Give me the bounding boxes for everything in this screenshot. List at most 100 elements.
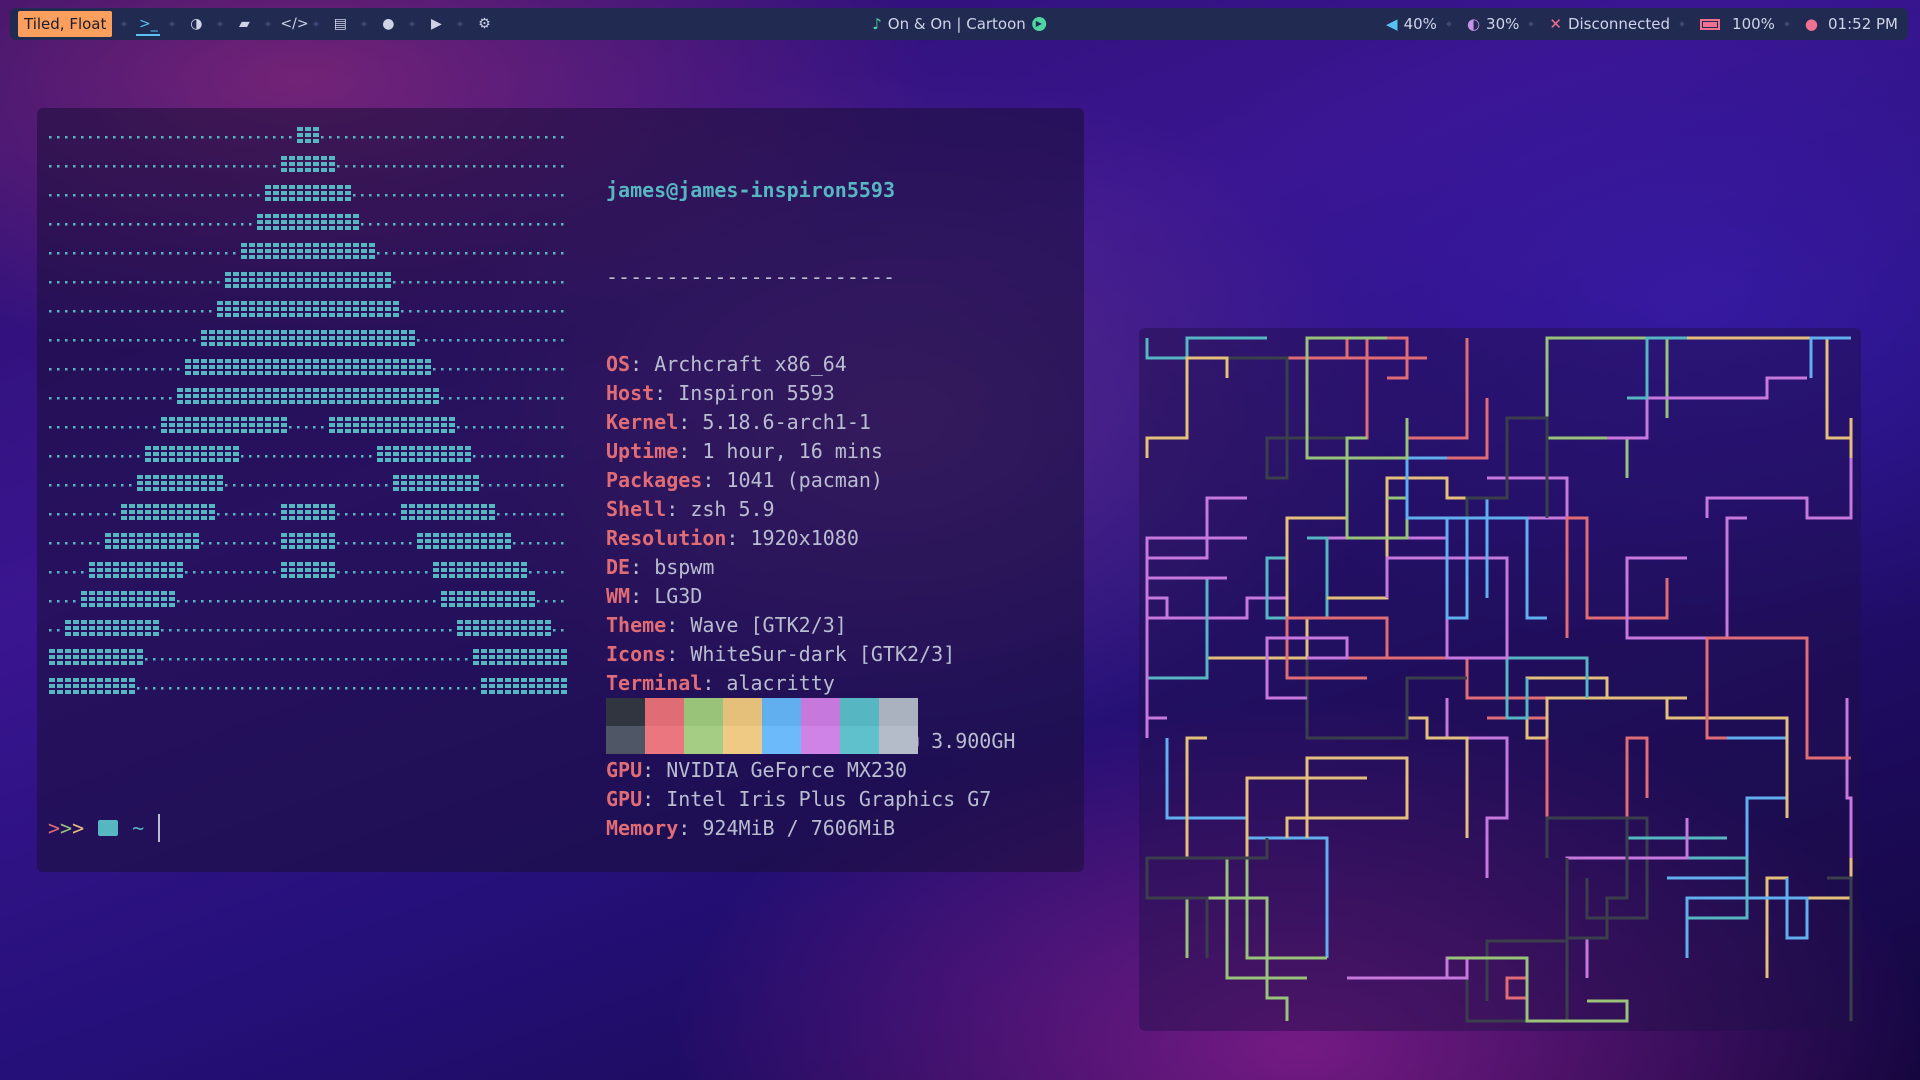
logo-dot bbox=[137, 136, 140, 139]
logo-dot bbox=[529, 426, 532, 429]
music-widget[interactable]: ♪ On & On | Cartoon ▶ bbox=[872, 15, 1046, 33]
folder-icon[interactable]: ▰ bbox=[232, 16, 256, 32]
logo-block bbox=[297, 249, 303, 253]
logo-block bbox=[361, 423, 367, 427]
terminal-window[interactable]: james@james-inspiron5593 ---------------… bbox=[37, 108, 1084, 872]
logo-block bbox=[369, 423, 375, 427]
logo-block bbox=[417, 481, 423, 485]
network-status[interactable]: Disconnected bbox=[1568, 15, 1670, 33]
logo-block bbox=[289, 191, 295, 195]
logo-block bbox=[113, 533, 119, 537]
logo-dot bbox=[49, 339, 52, 342]
logo-block bbox=[353, 307, 359, 311]
logo-block bbox=[233, 394, 239, 398]
logo-block bbox=[217, 446, 223, 450]
chat-icon[interactable]: ● bbox=[376, 16, 400, 32]
logo-block bbox=[249, 365, 255, 369]
logo-dot bbox=[433, 310, 436, 313]
pipe bbox=[1525, 676, 1687, 740]
logo-dot bbox=[329, 484, 332, 487]
logo-block bbox=[305, 272, 311, 276]
logo-block bbox=[209, 446, 215, 450]
logo-block bbox=[297, 394, 303, 398]
logo-dot bbox=[473, 687, 476, 690]
logo-block bbox=[289, 342, 295, 346]
logo-dot bbox=[465, 194, 468, 197]
logo-dot bbox=[73, 571, 76, 574]
logo-block bbox=[297, 127, 303, 131]
logo-block bbox=[489, 684, 495, 688]
logo-block bbox=[321, 197, 327, 201]
logo-dot bbox=[113, 252, 116, 255]
logo-dot bbox=[233, 542, 236, 545]
logo-block bbox=[393, 301, 399, 305]
logo-block bbox=[441, 545, 447, 549]
logo-dot bbox=[497, 368, 500, 371]
logo-dot bbox=[137, 397, 140, 400]
logo-block bbox=[449, 458, 455, 462]
logo-dot bbox=[521, 223, 524, 226]
logo-dot bbox=[145, 194, 148, 197]
logo-dot bbox=[105, 426, 108, 429]
logo-block bbox=[345, 313, 351, 317]
logo-dot bbox=[233, 571, 236, 574]
arch-ascii-logo bbox=[49, 127, 567, 694]
play-icon[interactable]: ▶ bbox=[1031, 17, 1046, 31]
logo-block bbox=[553, 661, 559, 665]
layout-mode[interactable]: Tiled, Float bbox=[18, 11, 113, 37]
gear-icon[interactable]: ⚙ bbox=[472, 16, 496, 32]
logo-block bbox=[409, 429, 415, 433]
firefox-icon[interactable]: ◑ bbox=[184, 16, 208, 32]
video-icon[interactable]: ▶ bbox=[424, 16, 448, 32]
logo-dot bbox=[265, 455, 268, 458]
logo-dot bbox=[521, 310, 524, 313]
logo-block bbox=[329, 516, 335, 520]
pipes-terminal-window[interactable] bbox=[1139, 328, 1861, 1031]
logo-block bbox=[225, 452, 231, 456]
shell-prompt[interactable]: >>> ~ bbox=[48, 814, 161, 842]
logo-dot bbox=[417, 223, 420, 226]
logo-dot bbox=[449, 194, 452, 197]
logo-dot bbox=[553, 426, 556, 429]
logo-dot bbox=[249, 600, 252, 603]
terminal-icon[interactable]: >_ bbox=[136, 12, 161, 36]
logo-block bbox=[385, 429, 391, 433]
logo-dot bbox=[225, 484, 228, 487]
logo-block bbox=[257, 272, 263, 276]
info-key: Shell bbox=[606, 497, 667, 521]
logo-block bbox=[113, 649, 119, 653]
logo-dot bbox=[97, 136, 100, 139]
logo-block bbox=[193, 487, 199, 491]
logo-block bbox=[561, 649, 567, 653]
code-icon[interactable]: </> bbox=[280, 16, 308, 32]
logo-block bbox=[337, 249, 343, 253]
logo-dot bbox=[417, 165, 420, 168]
volume-value[interactable]: 40% bbox=[1404, 15, 1437, 33]
logo-block bbox=[497, 632, 503, 636]
logo-block bbox=[217, 330, 223, 334]
logo-dot bbox=[121, 484, 124, 487]
logo-dot bbox=[105, 484, 108, 487]
logo-block bbox=[273, 330, 279, 334]
book-icon[interactable]: ▤ bbox=[328, 16, 352, 32]
logo-block bbox=[433, 388, 439, 392]
logo-block bbox=[65, 649, 71, 653]
logo-block bbox=[377, 301, 383, 305]
logo-block bbox=[177, 388, 183, 392]
logo-block bbox=[145, 574, 151, 578]
logo-block bbox=[409, 371, 415, 375]
logo-block bbox=[313, 272, 319, 276]
logo-dot bbox=[529, 310, 532, 313]
logo-block bbox=[81, 626, 87, 630]
logo-dot bbox=[233, 687, 236, 690]
logo-block bbox=[449, 562, 455, 566]
logo-dot bbox=[553, 484, 556, 487]
info-value: 1920x1080 bbox=[750, 526, 859, 550]
clock[interactable]: 01:52 PM bbox=[1828, 15, 1898, 33]
logo-dot bbox=[297, 629, 300, 632]
logo-block bbox=[385, 272, 391, 276]
brightness-value[interactable]: 30% bbox=[1486, 15, 1519, 33]
logo-block bbox=[257, 359, 263, 363]
logo-block bbox=[313, 243, 319, 247]
logo-block bbox=[193, 475, 199, 479]
